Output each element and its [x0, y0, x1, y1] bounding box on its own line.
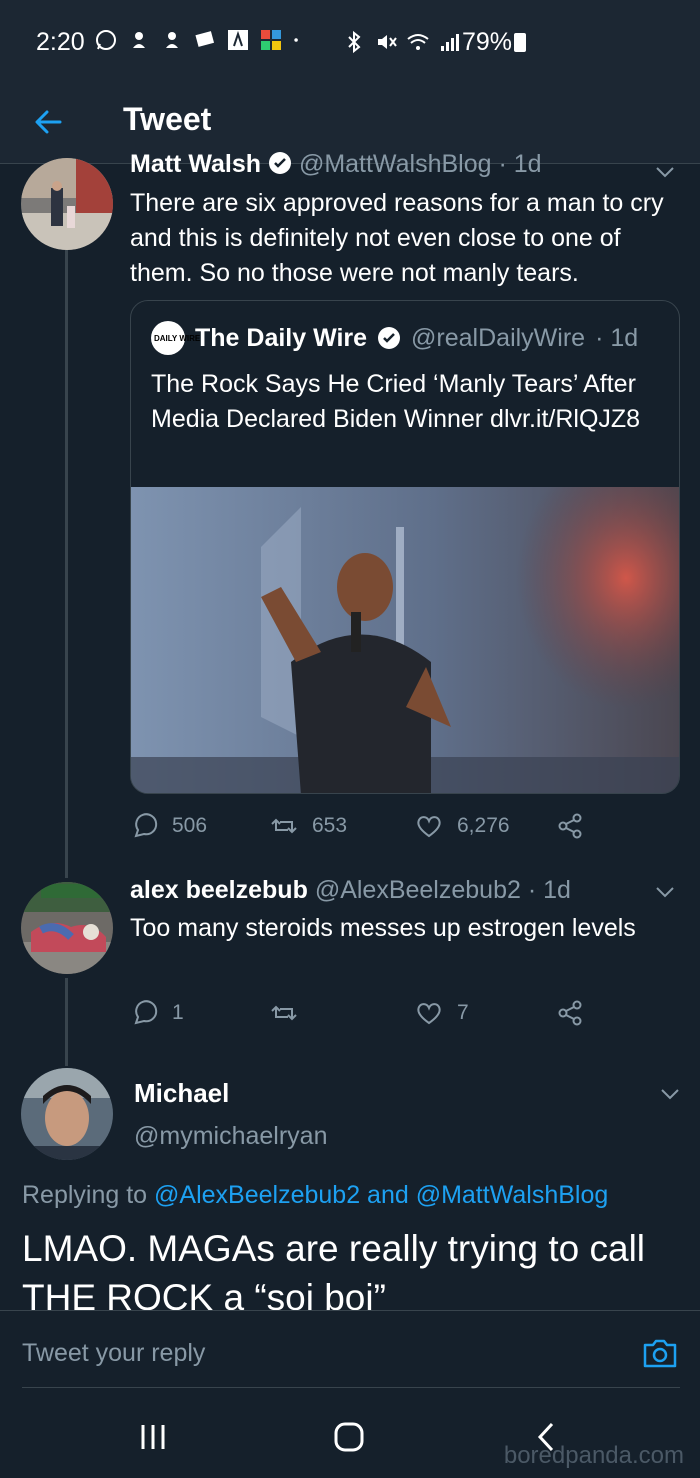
reply-button[interactable]: 506 — [130, 812, 270, 840]
chevron-down-icon[interactable] — [658, 1082, 682, 1106]
mute-icon — [378, 35, 397, 49]
camera-icon[interactable] — [642, 1335, 678, 1371]
heart-icon — [417, 816, 441, 838]
reply-icon — [134, 813, 158, 838]
tweet-age: · 1d — [498, 150, 542, 178]
main-tweet-text: LMAO. MAGAs are really trying to call TH… — [22, 1228, 646, 1310]
page-title: Tweet — [123, 101, 212, 137]
tweet-text: There are six approved reasons for a man… — [130, 189, 664, 287]
colorful-app-icon — [261, 30, 281, 50]
notification-icons — [94, 28, 306, 52]
tweet-age: · 1d — [527, 876, 571, 904]
reply-composer: Tweet your reply — [0, 1310, 700, 1398]
reply-icon — [134, 1000, 158, 1025]
quoted-tweet-text: The Rock Says He Cried ‘Manly Tears’ Aft… — [151, 370, 641, 433]
reply-button[interactable]: 1 — [130, 999, 270, 1027]
like-count: 6,276 — [457, 814, 510, 837]
share-icon — [558, 813, 582, 839]
back-arrow-icon[interactable] — [32, 106, 64, 138]
whatsapp-icon — [96, 30, 116, 50]
retweet-icon — [271, 1005, 297, 1021]
status-bar: 2:20 79% — [0, 0, 700, 86]
author-name[interactable]: Matt Walsh — [130, 150, 261, 178]
tweet-header: Matt Walsh @MattWalshBlog · 1d — [130, 150, 680, 184]
tweet-actions: 1 7 — [130, 999, 585, 1027]
replying-to: Replying to @AlexBeelzebub2 and @MattWal… — [22, 1181, 608, 1210]
share-button[interactable] — [557, 999, 585, 1027]
app-notification-icon — [166, 32, 178, 48]
reply-count: 506 — [172, 814, 208, 837]
replying-to-handles[interactable]: @AlexBeelzebub2 and @MattWalshBlog — [154, 1181, 608, 1209]
watermark: boredpanda.com — [503, 1442, 684, 1469]
jordan-app-icon — [228, 30, 248, 50]
dot-icon — [294, 38, 298, 42]
bluetooth-icon — [348, 30, 361, 54]
like-button[interactable]: 6,276 — [415, 812, 557, 840]
tweet-actions: 506 653 6,276 — [130, 812, 585, 840]
thread-line — [65, 250, 68, 878]
chat-icon — [195, 31, 215, 47]
signal-icon — [441, 34, 459, 51]
status-time: 2:20 — [36, 28, 85, 56]
app-notification-icon — [133, 32, 145, 48]
verified-badge-icon — [268, 152, 291, 174]
android-nav-bar: boredpanda.com — [0, 1398, 700, 1478]
author-name[interactable]: alex beelzebub — [130, 876, 308, 904]
chevron-down-icon[interactable] — [653, 160, 677, 184]
replying-to-label: Replying to — [22, 1181, 148, 1209]
like-count: 7 — [457, 1001, 469, 1024]
recent-apps-icon[interactable] — [136, 1420, 170, 1454]
share-icon — [558, 1000, 582, 1026]
quoted-tweet-image[interactable] — [131, 487, 680, 794]
avatar[interactable] — [21, 1068, 113, 1160]
battery-percent: 79% — [462, 28, 513, 56]
retweet-count: 653 — [312, 814, 348, 837]
author-handle[interactable]: @AlexBeelzebub2 — [315, 876, 521, 904]
tweet-header: alex beelzebub @AlexBeelzebub2 · 1d — [130, 876, 650, 905]
daily-wire-logo: DAILY WIRE — [151, 321, 200, 355]
quoted-tweet-header: DAILY WIRE The Daily Wire @realDailyWire… — [151, 321, 638, 355]
reply-input[interactable]: Tweet your reply — [22, 1339, 205, 1368]
author-name[interactable]: Michael — [134, 1078, 229, 1109]
avatar[interactable] — [21, 158, 113, 250]
quoted-author-handle: @realDailyWire — [411, 323, 586, 352]
home-icon[interactable] — [332, 1420, 366, 1454]
quoted-author-name: The Daily Wire — [195, 323, 368, 352]
retweet-button[interactable]: 653 — [270, 812, 415, 840]
chevron-down-icon[interactable] — [653, 880, 677, 904]
tweet-text: Too many steroids messes up estrogen lev… — [130, 914, 636, 942]
verified-badge-icon — [378, 327, 401, 349]
retweet-button[interactable] — [270, 999, 415, 1027]
quoted-tweet-card[interactable]: DAILY WIRE The Daily Wire @realDailyWire… — [130, 300, 680, 794]
heart-icon — [417, 1003, 441, 1025]
avatar[interactable] — [21, 882, 113, 974]
wifi-icon — [407, 34, 429, 50]
thread-line — [65, 978, 68, 1066]
author-handle[interactable]: @MattWalshBlog — [299, 150, 492, 178]
share-button[interactable] — [557, 812, 585, 840]
system-icons — [342, 30, 462, 54]
author-handle[interactable]: @mymichaelryan — [134, 1122, 327, 1151]
like-button[interactable]: 7 — [415, 999, 557, 1027]
quoted-tweet-age: · 1d — [595, 323, 639, 352]
battery-icon — [514, 33, 526, 52]
retweet-icon — [271, 818, 297, 834]
reply-count: 1 — [172, 1001, 184, 1024]
reply-input-underline — [22, 1387, 680, 1388]
